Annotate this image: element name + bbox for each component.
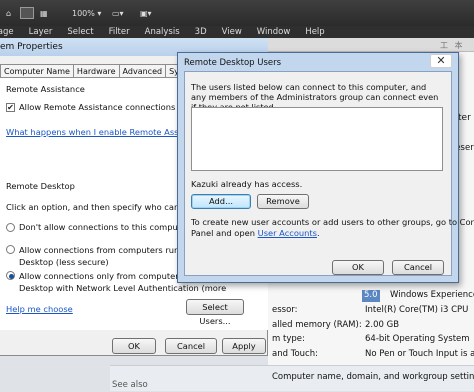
menu-image[interactable]: Image [0, 27, 14, 37]
help-me-choose-link[interactable]: Help me choose [6, 304, 73, 314]
menu-view[interactable]: View [222, 27, 242, 37]
allow-remote-assistance-checkbox[interactable]: ✔ [6, 102, 15, 112]
dont-allow-radio[interactable] [6, 222, 15, 232]
processor-value: Intel(R) Core(TM) i3 CPU [365, 305, 469, 315]
see-also: See also [112, 380, 148, 390]
remove-user-button[interactable]: Remove [257, 194, 309, 209]
tab-advanced[interactable]: Advanced [118, 64, 167, 78]
access-note: Kazuki already has access. [191, 179, 303, 189]
allow-any-version-radio[interactable] [6, 245, 15, 254]
create-accounts-text-2: Panel and open User Accounts. [191, 228, 320, 238]
rdu-ok-button[interactable]: OK [332, 260, 384, 275]
menu-select[interactable]: Select [67, 27, 93, 37]
ok-button[interactable]: OK [112, 338, 156, 354]
app-toolbar: ⌂ ▦ 100% ▾ ▭▾ ▣▾ [0, 0, 474, 26]
title-fragment: ter [458, 113, 471, 123]
allow-nla-radio[interactable] [6, 271, 15, 280]
memory-value: 2.00 GB [365, 320, 400, 330]
menu-help[interactable]: Help [305, 27, 324, 37]
tab-hardware[interactable]: Hardware [72, 64, 120, 78]
remote-desktop-users-body: The users listed below can connect to th… [184, 71, 474, 276]
grid-icon[interactable]: ▦ [40, 5, 48, 21]
rdu-cancel-button[interactable]: Cancel [392, 260, 444, 275]
select-users-button[interactable]: Select Users... [186, 299, 244, 326]
system-type-label: m type: [272, 334, 305, 344]
wei-link[interactable]: Windows Experience Ir [390, 290, 474, 302]
menu-window[interactable]: Window [257, 27, 291, 37]
pen-touch-label: and Touch: [272, 349, 318, 359]
memory-label: alled memory (RAM): [272, 320, 362, 330]
add-user-button[interactable]: Add... [191, 194, 251, 209]
dont-allow-label: Don't allow connections to this computer [19, 222, 190, 232]
mb-icon[interactable] [20, 5, 36, 21]
tab-computer-name[interactable]: Computer Name [0, 64, 74, 78]
zoom-value: 100% [72, 8, 95, 18]
processor-label: essor: [272, 305, 298, 315]
close-icon[interactable]: ✕ [430, 54, 452, 68]
layout-icon[interactable]: ▣▾ [140, 5, 152, 21]
system-properties-title: em Properties [0, 42, 63, 52]
create-accounts-suffix: . [317, 228, 320, 238]
arrange-icon[interactable]: ▭▾ [112, 5, 124, 21]
remote-assistance-header: Remote Assistance [6, 84, 85, 94]
computer-settings-heading: Computer name, domain, and workgroup set… [272, 372, 474, 382]
allow-nla-label-2: Desktop with Network Level Authenticatio… [19, 283, 227, 293]
wei-score: 5.0 [362, 290, 380, 302]
users-listbox[interactable] [191, 107, 443, 171]
option-dont-allow[interactable]: Don't allow connections to this computer [6, 222, 190, 232]
remote-desktop-users-title: Remote Desktop Users [184, 58, 282, 68]
menu-layer[interactable]: Layer [29, 27, 53, 37]
menu-analysis[interactable]: Analysis [145, 27, 180, 37]
create-accounts-text: To create new user accounts or add users… [191, 217, 474, 227]
menu-3d[interactable]: 3D [195, 27, 207, 37]
apply-button[interactable]: Apply [222, 338, 266, 354]
remote-desktop-header: Remote Desktop [6, 181, 75, 191]
menu-filter[interactable]: Filter [109, 27, 130, 37]
create-accounts-prefix: Panel and open [191, 228, 255, 238]
zoom-select[interactable]: 100% ▾ [72, 5, 101, 21]
remote-desktop-users-dialog: Remote Desktop Users ✕ The users listed … [177, 52, 474, 283]
pen-touch-value: No Pen or Touch Input is availa [365, 349, 474, 359]
system-type-value: 64-bit Operating System [365, 334, 470, 344]
home-icon[interactable]: ⌂ [6, 5, 11, 21]
cancel-button[interactable]: Cancel [165, 338, 217, 354]
user-accounts-link[interactable]: User Accounts [258, 228, 317, 238]
menu-bar: Image Layer Select Filter Analysis 3D Vi… [0, 26, 474, 38]
